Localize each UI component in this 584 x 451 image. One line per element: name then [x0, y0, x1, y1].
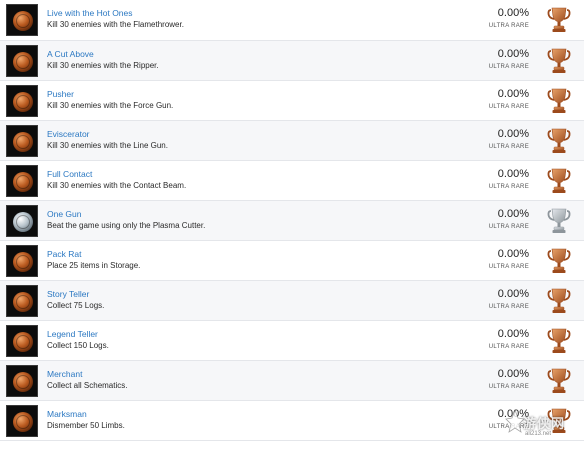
trophy-rarity: ULTRA RARE	[488, 264, 529, 270]
trophy-title-link[interactable]: Eviscerator	[47, 129, 90, 139]
trophy-art-icon	[6, 245, 38, 277]
trophy-title-link[interactable]: Pusher	[47, 89, 74, 99]
trophy-row[interactable]: Legend Teller Collect 150 Logs. 0.00% ULTRA…	[0, 321, 584, 361]
trophy-art-icon	[6, 45, 38, 77]
watermark-text: 游侠网	[523, 416, 566, 431]
trophy-row[interactable]: MarksmanDismember 50 Limbs.0.00%ULTRA RA…	[0, 401, 584, 441]
trophy-art-icon	[6, 205, 38, 237]
trophy-art-icon	[6, 165, 38, 197]
trophy-rarity: ULTRA RARE	[488, 224, 529, 230]
trophy-percent: 0.00%	[497, 7, 529, 19]
trophy-description: Collect all Schematics.	[47, 381, 128, 390]
trophy-rarity: ULTRA RARE	[488, 384, 529, 390]
trophy-rarity: ULTRA RARE	[488, 184, 529, 190]
trophy-art-icon	[6, 365, 38, 397]
trophy-description: Dismember 50 Limbs.	[47, 421, 125, 430]
watermark-subtext: ali213.net	[525, 431, 552, 437]
trophy-percent: 0.00%	[497, 88, 529, 100]
trophy-row[interactable]: Merchant Collect all Schematics. 0.00% ULTR…	[0, 361, 584, 401]
trophy-icon	[547, 167, 571, 195]
trophy-description: Collect 75 Logs.	[47, 301, 105, 310]
trophy-title-link[interactable]: Full Contact	[47, 169, 92, 179]
trophy-icon	[547, 87, 571, 115]
trophy-description: Place 25 items in Storage.	[47, 261, 141, 270]
trophy-row[interactable]: Pack Rat Place 25 items in Storage. 0.00% U…	[0, 241, 584, 281]
trophy-icon	[547, 367, 571, 395]
trophy-description: Kill 30 enemies with the Force Gun.	[47, 101, 174, 110]
trophy-rarity: ULTRA RARE	[488, 344, 529, 350]
trophy-description: Kill 30 enemies with the Contact Beam.	[47, 181, 187, 190]
trophy-percent: 0.00%	[497, 208, 529, 220]
trophy-title-link[interactable]: A Cut Above	[47, 49, 94, 59]
trophy-row[interactable]: Live with the Hot Ones Kill 30 enemies wi…	[0, 0, 584, 41]
trophy-art-icon	[6, 405, 38, 437]
trophy-title-link[interactable]: Legend Teller	[47, 329, 98, 339]
trophy-icon	[547, 207, 571, 235]
trophy-title-link[interactable]: Story Teller	[47, 289, 89, 299]
trophy-row[interactable]: Pusher Kill 30 enemies with the Force Gun…	[0, 81, 584, 121]
trophy-icon	[547, 287, 571, 315]
trophy-icon	[547, 127, 571, 155]
trophy-art-icon	[6, 285, 38, 317]
trophy-rarity: ULTRA RARE	[488, 104, 529, 110]
trophy-percent: 0.00%	[497, 168, 529, 180]
watermark-logo-icon	[505, 409, 525, 433]
trophy-rarity: ULTRA RARE	[488, 23, 529, 29]
watermark: 游侠网 ali213.net	[505, 405, 581, 445]
trophy-art-icon	[6, 85, 38, 117]
trophy-description: Kill 30 enemies with the Flamethrower.	[47, 20, 184, 29]
trophy-percent: 0.00%	[497, 288, 529, 300]
trophy-rarity: ULTRA RARE	[488, 144, 529, 150]
trophy-percent: 0.00%	[497, 128, 529, 140]
trophy-row[interactable]: Eviscerator Kill 30 enemies with the Line…	[0, 121, 584, 161]
trophy-rarity: ULTRA RARE	[488, 64, 529, 70]
trophy-percent: 0.00%	[497, 48, 529, 60]
trophy-description: Collect 150 Logs.	[47, 341, 109, 350]
trophy-icon	[547, 327, 571, 355]
trophy-description: Kill 30 enemies with the Ripper.	[47, 61, 159, 70]
trophy-title-link[interactable]: Marksman	[47, 409, 87, 419]
trophy-percent: 0.00%	[497, 328, 529, 340]
trophy-row[interactable]: One Gun Beat the game using only the Plas…	[0, 201, 584, 241]
trophy-title-link[interactable]: Live with the Hot Ones	[47, 8, 133, 18]
trophy-art-icon	[6, 4, 38, 36]
trophy-title-link[interactable]: Pack Rat	[47, 249, 82, 259]
trophy-title-link[interactable]: Merchant	[47, 369, 82, 379]
trophy-description: Kill 30 enemies with the Line Gun.	[47, 141, 168, 150]
trophy-row[interactable]: A Cut Above Kill 30 enemies with the Ripp…	[0, 41, 584, 81]
trophy-percent: 0.00%	[497, 368, 529, 380]
trophy-title-link[interactable]: One Gun	[47, 209, 82, 219]
trophy-icon	[547, 247, 571, 275]
trophy-row[interactable]: Full Contact Kill 30 enemies with the Con…	[0, 161, 584, 201]
trophy-art-icon	[6, 325, 38, 357]
trophy-rarity: ULTRA RARE	[488, 304, 529, 310]
trophy-percent: 0.00%	[497, 248, 529, 260]
trophy-list: Live with the Hot Ones Kill 30 enemies wi…	[0, 0, 584, 441]
trophy-icon	[547, 6, 571, 34]
trophy-row[interactable]: Story Teller Collect 75 Logs. 0.00% ULTRA R…	[0, 281, 584, 321]
trophy-art-icon	[6, 125, 38, 157]
trophy-description: Beat the game using only the Plasma Cutt…	[47, 221, 206, 230]
trophy-icon	[547, 47, 571, 75]
